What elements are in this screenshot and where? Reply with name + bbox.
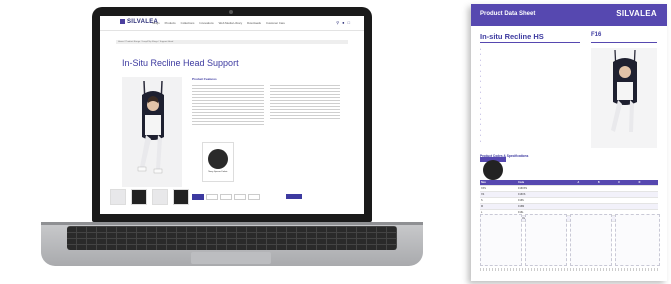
laptop-lid: SILVALEA Slings Products Collections Inn… [92,7,372,222]
dimension-diagram-side [525,214,567,266]
page-title: In-Situ Recline Head Support [122,58,239,68]
camera-dot [229,10,233,14]
size-option[interactable] [248,194,260,200]
user-icon[interactable]: ● [342,20,344,25]
datasheet-footer [480,268,658,271]
dimension-diagram-sling [615,214,660,266]
description-column-left [192,83,264,127]
site-header: SILVALEA Slings Products Collections Inn… [100,16,364,31]
laptop-base [41,222,423,266]
enquire-button[interactable] [286,194,302,199]
breadcrumb: Home / Product Range / Loop/Clip Slings … [116,40,348,44]
title-rule [480,42,580,43]
size-option[interactable] [192,194,204,200]
fabric-swatch [208,149,228,169]
description-column-right [270,83,340,121]
logo-mark-icon [120,19,125,24]
person-in-sling-illustration [137,80,164,174]
feature-line [480,140,588,145]
fabric-swatch-card[interactable]: Navy Spacer Fabric [202,142,234,182]
site-nav: Slings Products Collections Innovations … [152,21,285,25]
datasheet-brand: SILVALEA [616,9,657,18]
nav-item[interactable]: Customer Care [266,21,285,25]
datasheet-product-code: F16 [591,32,602,38]
dimension-diagram-seated [570,214,612,266]
feature-list [480,48,588,145]
nav-item[interactable]: Slings [152,21,160,25]
thumbnail[interactable] [131,189,147,205]
nav-item[interactable]: Innovations [199,21,213,25]
thumbnail[interactable] [110,189,126,205]
laptop-hinge [41,222,423,225]
header-icons: ⚲ ● □ [336,20,350,25]
laptop-keyboard [67,226,397,250]
dimension-diagram-front [480,214,522,266]
nav-item[interactable]: Products [165,21,176,25]
fabric-swatch [483,160,503,180]
nav-item[interactable]: Downloads [247,21,261,25]
nav-item[interactable]: Collections [181,21,195,25]
nav-item[interactable]: Web Media Library [219,21,242,25]
product-photo[interactable] [122,77,182,187]
cart-icon[interactable]: □ [348,20,350,25]
thumbnail[interactable] [152,189,168,205]
laptop-screen: SILVALEA Slings Products Collections Inn… [100,16,364,214]
size-selector [192,194,260,200]
size-option[interactable] [234,194,246,200]
datasheet-header: Product Data Sheet SILVALEA [471,4,667,26]
datasheet-product-title: In-situ Recline HS [480,32,544,41]
description-heading: Product Features [192,77,217,81]
datasheet-header-title: Product Data Sheet [480,11,536,17]
product-data-sheet: Product Data Sheet SILVALEA In-situ Recl… [471,4,667,281]
size-option[interactable] [206,194,218,200]
laptop-trackpad [191,252,271,264]
swatch-label: Navy Spacer Fabric [208,171,228,173]
person-in-sling-illustration [611,49,637,132]
thumbnail-strip [110,189,189,205]
search-icon[interactable]: ⚲ [336,20,339,25]
code-rule [591,42,657,43]
thumbnail[interactable] [173,189,189,205]
datasheet-photo [591,48,657,148]
breadcrumb-text[interactable]: Home / Product Range / Loop/Clip Slings … [118,41,173,43]
size-option[interactable] [220,194,232,200]
